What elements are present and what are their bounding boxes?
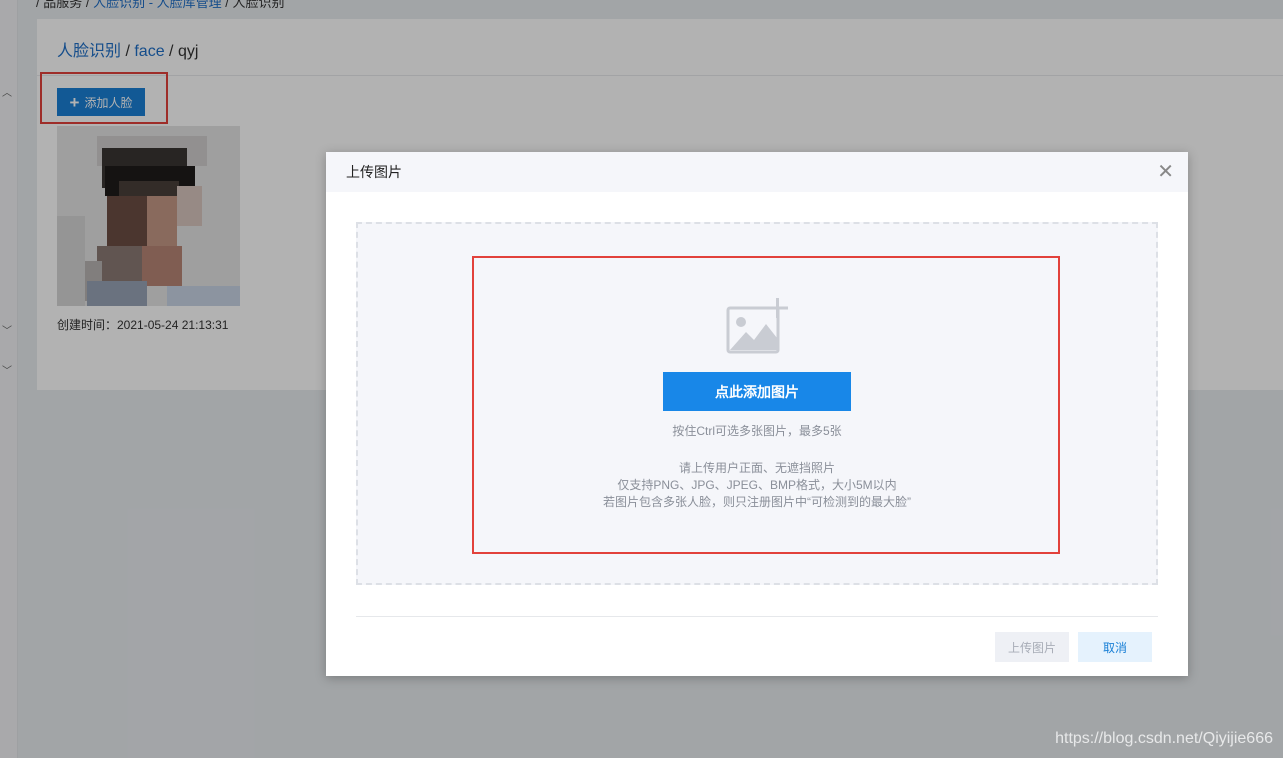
cancel-button[interactable]: 取消 bbox=[1078, 632, 1152, 662]
dialog-header: 上传图片 ✕ bbox=[326, 152, 1188, 192]
requirement-line: 请上传用户正面、无遮挡照片 bbox=[678, 461, 835, 475]
upload-requirements: 请上传用户正面、无遮挡照片 仅支持PNG、JPG、JPEG、BMP格式，大小5M… bbox=[358, 460, 1156, 511]
footer-divider bbox=[356, 616, 1158, 617]
upload-dropzone[interactable]: 点此添加图片 按住Ctrl可选多张图片，最多5张 请上传用户正面、无遮挡照片 仅… bbox=[356, 222, 1158, 585]
image-add-icon bbox=[726, 298, 788, 354]
multi-select-hint: 按住Ctrl可选多张图片，最多5张 bbox=[672, 424, 842, 438]
watermark-text: https://blog.csdn.net/Qiyijie666 bbox=[1055, 730, 1273, 747]
add-image-button[interactable]: 点此添加图片 bbox=[663, 372, 851, 411]
requirement-line: 仅支持PNG、JPG、JPEG、BMP格式，大小5M以内 bbox=[617, 478, 897, 492]
close-icon[interactable]: ✕ bbox=[1157, 162, 1174, 182]
requirement-line: 若图片包含多张人脸，则只注册图片中“可检测到的最大脸” bbox=[603, 495, 911, 509]
dialog-title: 上传图片 bbox=[346, 164, 402, 180]
upload-button[interactable]: 上传图片 bbox=[995, 632, 1069, 662]
upload-image-dialog: 上传图片 ✕ 点此添加图片 按住Ctrl可选多张图片，最多5张 请上传用户正面、… bbox=[326, 152, 1188, 676]
